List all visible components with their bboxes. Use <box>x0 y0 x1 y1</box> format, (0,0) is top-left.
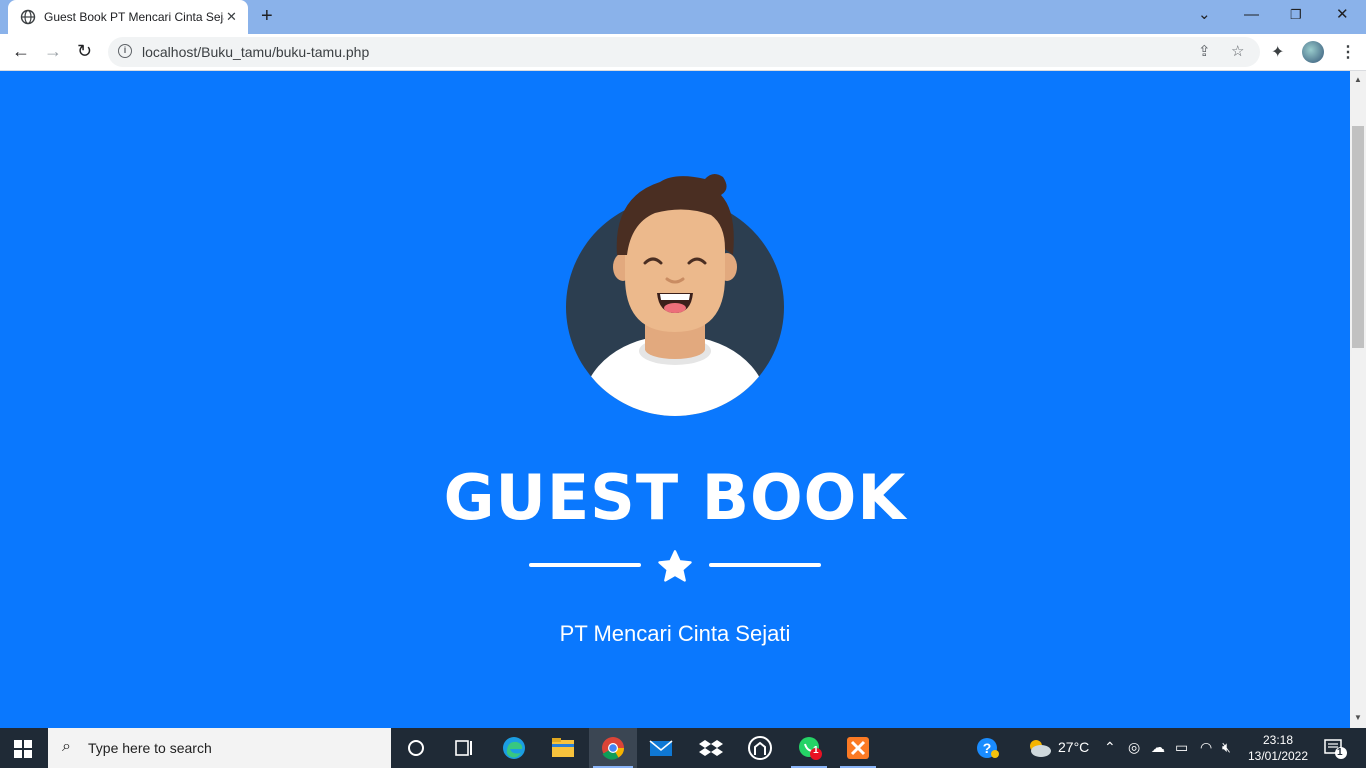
star-icon <box>658 550 692 582</box>
page-content: GUEST BOOK PT Mencari Cinta Sejati <box>0 71 1350 728</box>
scroll-down-icon[interactable]: ▼ <box>1354 713 1362 722</box>
windows-start-icon[interactable] <box>14 740 32 758</box>
search-placeholder: Type here to search <box>88 740 212 756</box>
vertical-scrollbar[interactable]: ▲ ▼ <box>1350 71 1366 728</box>
windows-taskbar: ⌕ Type here to search 1 ? 27°C ⌃ ◎ ☁ ▭ ◠… <box>0 728 1366 768</box>
edge-icon <box>503 737 525 759</box>
file-explorer-app[interactable] <box>539 728 587 768</box>
minimize-icon[interactable]: — <box>1244 6 1259 24</box>
taskbar-clock[interactable]: 23:18 13/01/2022 <box>1246 732 1310 764</box>
share-icon[interactable]: ⇪ <box>1198 42 1211 60</box>
notifications-icon[interactable] <box>1324 738 1348 760</box>
xampp-app[interactable] <box>834 728 882 768</box>
extensions-icon[interactable]: ✦ <box>1271 42 1284 62</box>
divider-line-left <box>529 563 641 567</box>
meet-now-icon[interactable]: ◎ <box>1128 739 1140 756</box>
clock-time: 23:18 <box>1262 733 1294 747</box>
xampp-icon <box>847 737 869 759</box>
folder-icon <box>552 738 574 757</box>
scroll-up-icon[interactable]: ▲ <box>1354 75 1362 84</box>
show-hidden-icons-icon[interactable]: ⌃ <box>1104 739 1116 756</box>
tab-title: Guest Book PT Mencari Cinta Sejati <box>44 10 224 24</box>
forward-icon[interactable]: → <box>44 41 62 61</box>
cortana-icon <box>408 740 424 756</box>
chrome-app[interactable] <box>589 728 637 768</box>
close-window-icon[interactable]: ✕ <box>1336 6 1349 24</box>
volume-muted-icon[interactable]: 🔇︎ <box>1222 739 1231 756</box>
back-icon[interactable]: ← <box>12 41 30 61</box>
tab-search-icon[interactable]: ⌄ <box>1198 6 1211 24</box>
github-app[interactable] <box>736 728 784 768</box>
cortana-button[interactable] <box>392 728 440 768</box>
weather-temperature[interactable]: 27°C <box>1058 739 1089 755</box>
divider-line-right <box>709 563 821 567</box>
wifi-icon[interactable]: ◠ <box>1200 739 1212 756</box>
chrome-icon <box>602 737 624 760</box>
taskbar-search-box[interactable]: ⌕ Type here to search <box>48 728 391 768</box>
whatsapp-badge: 1 <box>813 745 819 756</box>
address-bar[interactable]: i localhost/Buku_tamu/buku-tamu.php ⇪ ☆ <box>108 37 1260 67</box>
task-view-button[interactable] <box>440 728 488 768</box>
browser-toolbar: ← → ↻ i localhost/Buku_tamu/buku-tamu.ph… <box>0 34 1366 71</box>
url-text: localhost/Buku_tamu/buku-tamu.php <box>142 44 370 60</box>
onedrive-icon[interactable]: ☁ <box>1151 739 1165 756</box>
battery-icon[interactable]: ▭ <box>1175 739 1188 756</box>
avatar-illustration <box>566 173 784 416</box>
mail-app[interactable] <box>637 728 685 768</box>
help-icon[interactable]: ? <box>976 737 1000 759</box>
site-info-icon[interactable]: i <box>118 44 132 58</box>
dropbox-app[interactable] <box>687 728 735 768</box>
tab-close-icon[interactable]: ✕ <box>226 10 237 24</box>
github-icon <box>748 736 772 760</box>
globe-icon <box>20 9 36 25</box>
tab-strip: Guest Book PT Mencari Cinta Sejati ✕ + ⌄… <box>0 0 1366 34</box>
restore-icon[interactable]: ❐ <box>1290 6 1302 24</box>
browser-tab[interactable]: Guest Book PT Mencari Cinta Sejati ✕ <box>8 0 248 34</box>
new-tab-icon[interactable]: + <box>261 6 273 26</box>
clock-date: 13/01/2022 <box>1247 749 1309 763</box>
task-view-icon <box>455 740 472 756</box>
bookmark-star-icon[interactable]: ☆ <box>1231 42 1244 60</box>
star-divider <box>529 549 821 585</box>
svg-text:?: ? <box>983 740 992 756</box>
whatsapp-app[interactable]: 1 <box>785 728 833 768</box>
reload-icon[interactable]: ↻ <box>77 41 92 61</box>
menu-icon[interactable]: ⋮ <box>1340 42 1356 62</box>
search-icon: ⌕ <box>62 738 71 755</box>
edge-app[interactable] <box>490 728 538 768</box>
scrollbar-thumb[interactable] <box>1352 126 1364 348</box>
dropbox-icon <box>699 740 723 756</box>
page-subtitle: PT Mencari Cinta Sejati <box>559 621 791 646</box>
notification-count: 1 <box>1337 747 1343 758</box>
profile-avatar[interactable] <box>1302 41 1324 63</box>
weather-icon[interactable] <box>1026 738 1052 758</box>
whatsapp-icon <box>799 737 822 760</box>
page-title: GUEST BOOK <box>443 461 907 534</box>
mail-icon <box>649 740 673 756</box>
